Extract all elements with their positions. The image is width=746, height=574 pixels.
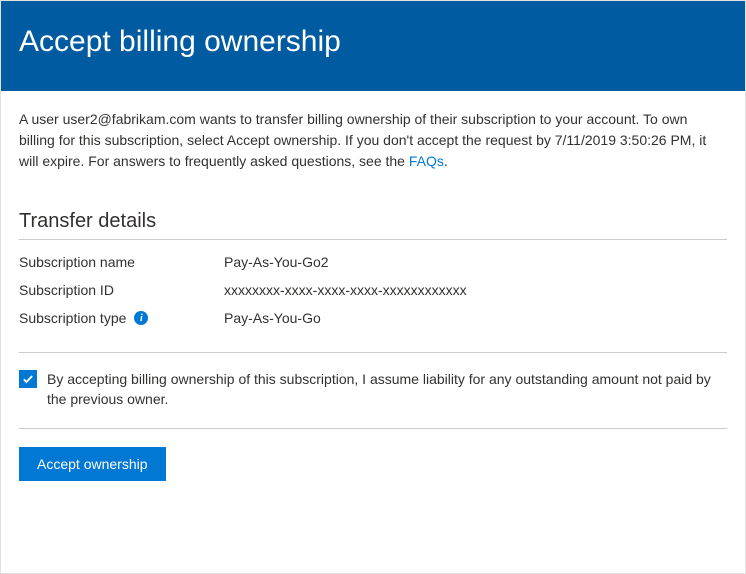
- consent-text: By accepting billing ownership of this s…: [47, 369, 727, 410]
- transfer-details-heading: Transfer details: [19, 210, 727, 240]
- page-header: Accept billing ownership: [1, 1, 745, 91]
- label-text: Subscription type: [19, 310, 126, 326]
- detail-label: Subscription type i: [19, 310, 224, 326]
- detail-value: Pay-As-You-Go2: [224, 254, 727, 270]
- faqs-link[interactable]: FAQs: [409, 153, 444, 169]
- consent-checkbox[interactable]: [19, 370, 37, 388]
- detail-value: xxxxxxxx-xxxx-xxxx-xxxx-xxxxxxxxxxxx: [224, 282, 727, 298]
- detail-label: Subscription ID: [19, 282, 224, 298]
- divider: [19, 428, 727, 429]
- consent-row: By accepting billing ownership of this s…: [19, 369, 727, 410]
- detail-row-subscription-type: Subscription type i Pay-As-You-Go: [19, 310, 727, 326]
- detail-row-subscription-id: Subscription ID xxxxxxxx-xxxx-xxxx-xxxx-…: [19, 282, 727, 298]
- accept-ownership-button[interactable]: Accept ownership: [19, 447, 166, 481]
- detail-value: Pay-As-You-Go: [224, 310, 727, 326]
- page-content: A user user2@fabrikam.com wants to trans…: [1, 91, 745, 481]
- checkmark-icon: [22, 373, 34, 385]
- intro-text-after: .: [444, 153, 448, 169]
- page-title: Accept billing ownership: [19, 25, 727, 59]
- label-text: Subscription name: [19, 254, 135, 270]
- detail-row-subscription-name: Subscription name Pay-As-You-Go2: [19, 254, 727, 270]
- label-text: Subscription ID: [19, 282, 114, 298]
- info-icon[interactable]: i: [134, 311, 148, 325]
- intro-paragraph: A user user2@fabrikam.com wants to trans…: [19, 109, 727, 172]
- divider: [19, 352, 727, 353]
- detail-label: Subscription name: [19, 254, 224, 270]
- intro-text-before: A user user2@fabrikam.com wants to trans…: [19, 111, 706, 169]
